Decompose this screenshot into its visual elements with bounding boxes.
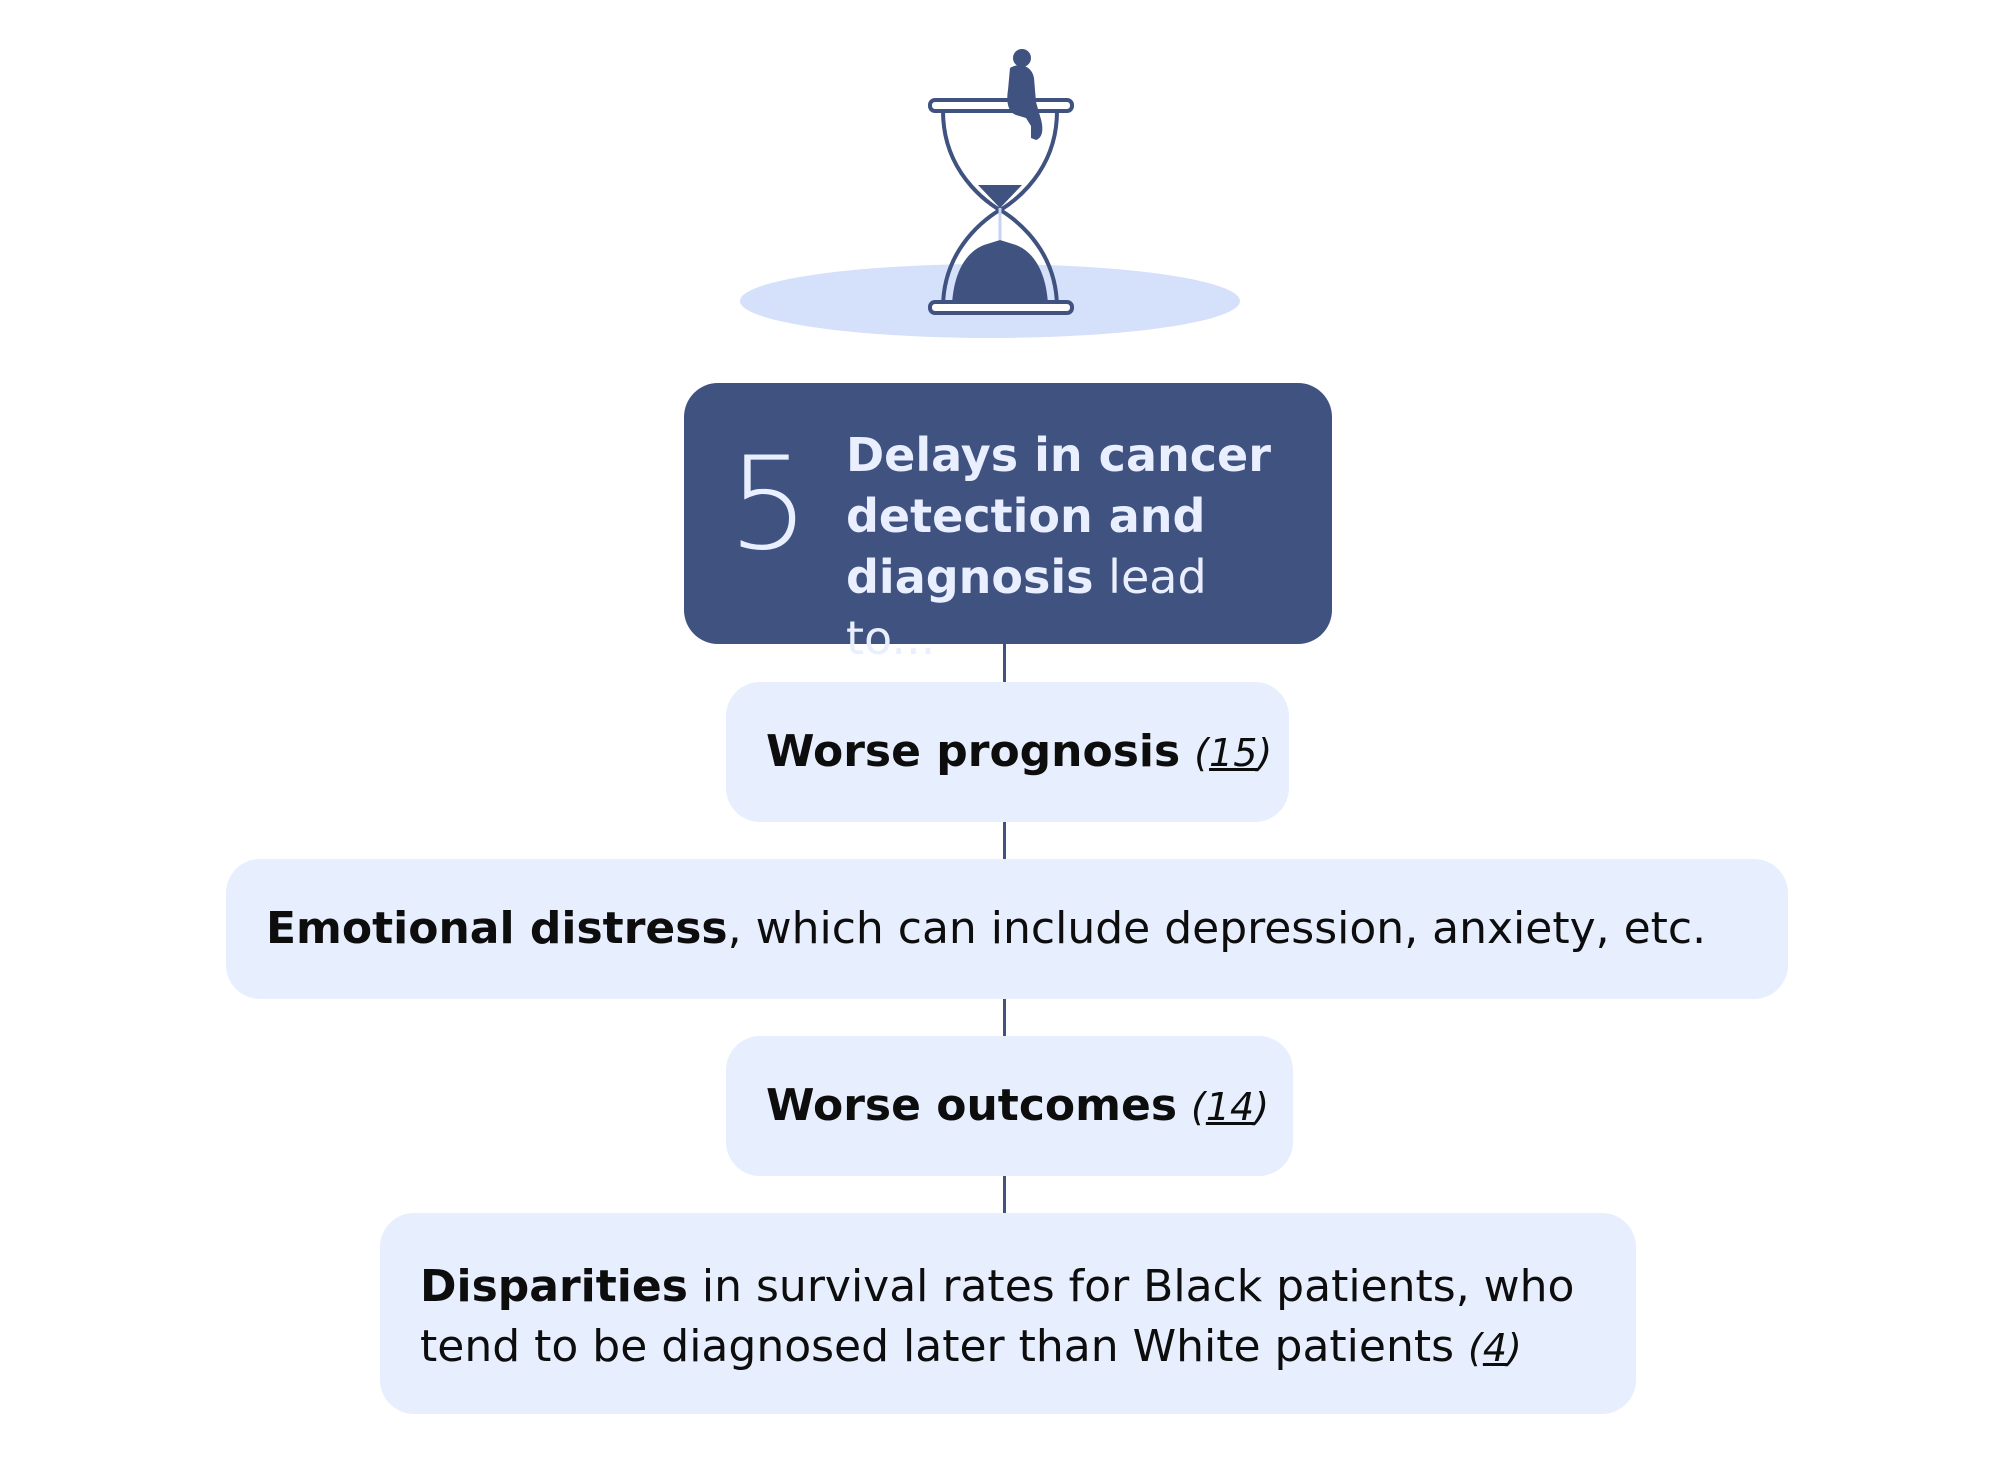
consequence-worse-prognosis: Worse prognosis (15): [726, 682, 1289, 822]
hourglass-top-sand: [978, 185, 1022, 208]
citation: (4): [1468, 1326, 1522, 1370]
hourglass-bottom-bar: [928, 300, 1074, 315]
header-title: Delays in cancer detection and diagnosis…: [846, 425, 1306, 669]
consequence-worse-outcomes: Worse outcomes (14): [726, 1036, 1293, 1176]
connector-line: [1003, 1176, 1006, 1213]
consequence-label: Emotional distress: [266, 903, 728, 954]
seated-person-icon: [1007, 49, 1043, 140]
consequence-text: , which can include depression, anxiety,…: [727, 903, 1707, 954]
step-number: 5: [728, 430, 809, 579]
connector-line: [1003, 822, 1006, 859]
header-box: 5 Delays in cancer detection and diagnos…: [684, 383, 1332, 665]
header-title-bold: Delays in cancer detection and diagnosis: [846, 428, 1271, 604]
hourglass-bottom-sand: [952, 240, 1048, 304]
consequence-label: Worse prognosis: [766, 726, 1181, 777]
hourglass-icon: [740, 49, 1240, 338]
consequence-label: Disparities: [420, 1261, 688, 1312]
citation-link[interactable]: 14: [1206, 1085, 1254, 1129]
consequence-disparities: Disparities in survival rates for Black …: [380, 1213, 1636, 1414]
citation: (14): [1191, 1085, 1270, 1129]
citation-link[interactable]: 15: [1209, 731, 1257, 775]
citation-link[interactable]: 4: [1483, 1326, 1507, 1370]
consequence-emotional-distress: Emotional distress, which can include de…: [226, 859, 1788, 999]
consequence-label: Worse outcomes: [766, 1080, 1178, 1131]
hourglass-top-bar: [928, 98, 1074, 113]
connector-line: [1003, 999, 1006, 1036]
citation: (15): [1194, 731, 1273, 775]
